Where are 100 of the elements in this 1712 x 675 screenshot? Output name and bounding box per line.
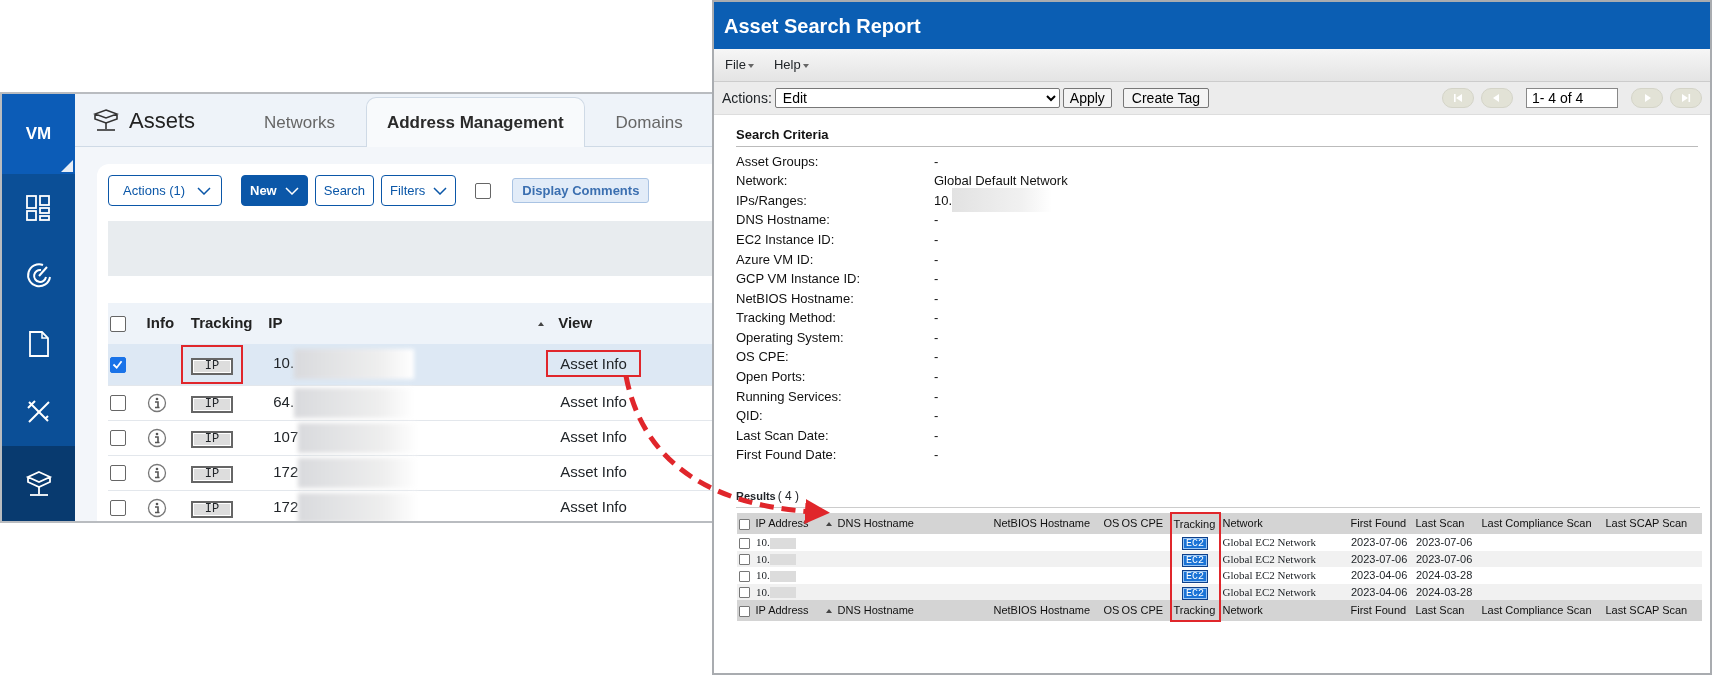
blurred-area bbox=[769, 537, 796, 549]
field-value: - bbox=[934, 270, 939, 289]
checkbox[interactable] bbox=[110, 500, 126, 517]
network-name: Global EC2 Network bbox=[1222, 585, 1316, 598]
tab[interactable]: Address Management bbox=[365, 96, 585, 147]
ip-address: 10. bbox=[756, 585, 770, 598]
field-label: Tracking Method: bbox=[736, 309, 837, 328]
field-value: - bbox=[934, 328, 939, 347]
results-count: ( 4 ) bbox=[777, 489, 800, 503]
info-icon[interactable] bbox=[146, 428, 167, 449]
tracking-badge: EC2 bbox=[1182, 570, 1208, 583]
sort-icon[interactable] bbox=[538, 322, 545, 327]
checkbox[interactable] bbox=[739, 570, 750, 582]
checkbox[interactable] bbox=[110, 430, 126, 447]
field-value: - bbox=[934, 426, 939, 445]
network-name: Global EC2 Network bbox=[1222, 536, 1316, 548]
checkmark-icon bbox=[111, 358, 124, 372]
menu-item[interactable]: File bbox=[725, 55, 754, 75]
first-page-icon bbox=[1452, 93, 1464, 103]
field-value: - bbox=[934, 250, 939, 269]
asset-info-link[interactable]: Asset Info bbox=[560, 393, 627, 411]
blurred-area bbox=[769, 587, 796, 599]
network-icon bbox=[24, 469, 53, 498]
gauge-icon bbox=[24, 262, 53, 290]
field-label: NetBIOS Hostname: bbox=[736, 289, 855, 308]
asset-info-link[interactable]: Asset Info bbox=[560, 463, 627, 481]
field-label: GCP VM Instance ID: bbox=[736, 270, 862, 289]
field-value: - bbox=[934, 348, 939, 367]
display-comments-tag[interactable]: Display Comments bbox=[512, 177, 650, 204]
field-value: - bbox=[934, 152, 939, 171]
info-icon[interactable] bbox=[146, 463, 167, 484]
ip-address: 10. bbox=[273, 354, 295, 372]
filters-button[interactable]: Filters bbox=[380, 175, 457, 206]
ip-address: 172 bbox=[273, 497, 299, 515]
asset-info-link[interactable]: Asset Info bbox=[560, 428, 627, 446]
checkbox[interactable] bbox=[110, 357, 126, 374]
field-label: Network: bbox=[736, 172, 789, 191]
page-title: Assets bbox=[129, 106, 196, 135]
tab[interactable]: Domains bbox=[594, 96, 704, 147]
field-label: Last Scan Date: bbox=[736, 426, 830, 445]
date-text: 2023-04-06 bbox=[1351, 569, 1408, 581]
field-label: Running Services: bbox=[736, 387, 843, 406]
checkbox[interactable] bbox=[739, 537, 750, 549]
field-label: QID: bbox=[736, 407, 764, 426]
ip-address: 10. bbox=[756, 569, 770, 581]
info-icon[interactable] bbox=[146, 393, 167, 414]
field-value: - bbox=[934, 368, 939, 387]
caret-icon bbox=[747, 63, 754, 68]
date-text: 2023-07-06 bbox=[1351, 552, 1408, 565]
ip-address: 10. bbox=[756, 552, 770, 565]
menu-item[interactable]: Help bbox=[773, 55, 809, 75]
checkbox[interactable] bbox=[110, 395, 126, 412]
app-logo: VM bbox=[2, 94, 75, 174]
new-button[interactable]: New bbox=[241, 175, 308, 206]
tracking-badge: EC2 bbox=[1182, 553, 1208, 567]
checkbox[interactable] bbox=[110, 316, 126, 333]
field-value: - bbox=[934, 289, 939, 308]
actions-button[interactable]: Actions (1) bbox=[108, 175, 222, 206]
column-header[interactable]: IP bbox=[268, 314, 283, 332]
tab[interactable]: Networks bbox=[243, 96, 356, 147]
date-text: 2024-03-28 bbox=[1416, 585, 1473, 598]
info-icon[interactable] bbox=[146, 498, 167, 519]
actions-label: Actions: bbox=[722, 88, 772, 108]
column-header[interactable]: Network bbox=[1222, 517, 1263, 530]
sort-icon[interactable] bbox=[825, 609, 832, 614]
actions-dropdown[interactable]: Edit bbox=[774, 88, 1060, 108]
chevron-down-icon bbox=[197, 186, 211, 195]
checkbox[interactable] bbox=[475, 182, 492, 199]
asset-info-link[interactable]: Asset Info bbox=[560, 498, 627, 516]
corner-mark bbox=[61, 160, 73, 172]
date-text: 2023-07-06 bbox=[1351, 536, 1408, 548]
network-name: Global EC2 Network bbox=[1222, 552, 1316, 565]
date-text: 2023-07-06 bbox=[1416, 552, 1473, 565]
checkbox[interactable] bbox=[738, 605, 750, 617]
tracking-badge: IP bbox=[190, 466, 234, 484]
asset-info-link[interactable]: Asset Info bbox=[546, 350, 641, 377]
field-value: - bbox=[934, 446, 939, 465]
field-value: 10. bbox=[934, 191, 953, 210]
column-header[interactable]: View bbox=[558, 314, 593, 332]
field-label: First Found Date: bbox=[736, 446, 838, 465]
search-button[interactable]: Search bbox=[314, 175, 374, 206]
date-text: 2023-04-06 bbox=[1351, 585, 1408, 598]
page-range-field[interactable]: 1- 4 of 4 bbox=[1526, 88, 1618, 108]
checkbox[interactable] bbox=[739, 587, 750, 599]
column-header[interactable]: Network bbox=[1222, 604, 1263, 617]
apply-button[interactable]: Apply bbox=[1062, 88, 1112, 108]
blurred-area bbox=[769, 570, 796, 582]
checkbox[interactable] bbox=[110, 465, 126, 482]
sort-icon[interactable] bbox=[825, 522, 832, 527]
sidebar-item[interactable] bbox=[2, 446, 75, 521]
blurred-area bbox=[769, 554, 796, 566]
chevron-down-icon bbox=[284, 186, 299, 195]
dashboard-icon bbox=[24, 194, 53, 222]
checkbox[interactable] bbox=[739, 554, 750, 566]
tracking-badge: EC2 bbox=[1182, 586, 1208, 600]
field-label: DNS Hostname: bbox=[736, 211, 831, 230]
ip-address: 107 bbox=[273, 427, 299, 445]
create-tag-button[interactable]: Create Tag bbox=[1122, 88, 1210, 108]
checkbox[interactable] bbox=[738, 518, 750, 530]
network-icon bbox=[93, 108, 119, 132]
